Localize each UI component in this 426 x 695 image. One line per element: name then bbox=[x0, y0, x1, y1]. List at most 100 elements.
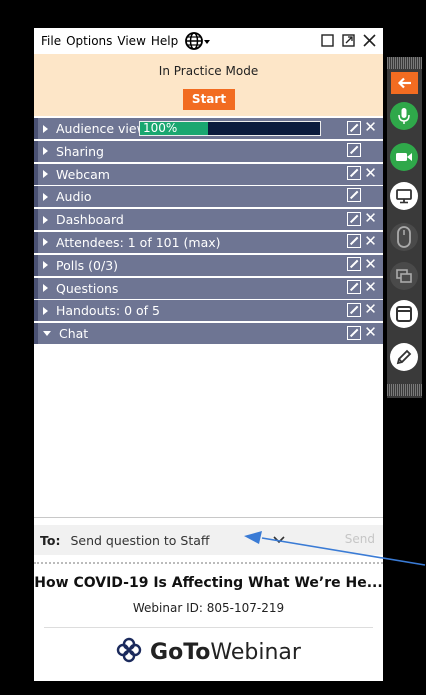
close-icon[interactable]: ✕ bbox=[364, 120, 377, 135]
close-icon[interactable]: ✕ bbox=[364, 256, 377, 272]
toolbar-grip[interactable] bbox=[387, 57, 422, 69]
section-header[interactable]: Dashboard ✕ bbox=[34, 209, 383, 231]
section-controls: ✕ bbox=[347, 302, 377, 317]
audience-view-progress-bar: 100% bbox=[139, 121, 321, 136]
expand-right-icon[interactable] bbox=[43, 147, 48, 156]
webcam-icon[interactable] bbox=[390, 143, 418, 171]
expand-right-icon[interactable] bbox=[43, 238, 48, 247]
section-controls bbox=[347, 188, 377, 203]
microphone-icon[interactable] bbox=[390, 102, 418, 130]
webinar-title: How COVID-19 Is Affecting What We’re He.… bbox=[34, 575, 383, 591]
menu-bar: File Options View Help bbox=[34, 28, 383, 54]
practice-mode-banner: In Practice Mode Start bbox=[34, 54, 383, 116]
send-button[interactable]: Send bbox=[345, 532, 375, 546]
presenter-toolbar bbox=[387, 57, 422, 398]
progress-percent: 100% bbox=[143, 121, 178, 135]
section-label: Chat bbox=[59, 326, 89, 342]
section-label: Handouts: 0 of 5 bbox=[56, 303, 160, 319]
section-controls: ✕ bbox=[347, 211, 377, 226]
expand-right-icon[interactable] bbox=[43, 306, 48, 315]
section-controls bbox=[347, 142, 377, 157]
chat-compose-row: To: Send question to Staff Send bbox=[34, 525, 383, 555]
section-header[interactable]: Audio bbox=[34, 186, 383, 208]
divider bbox=[44, 627, 373, 628]
expand-right-icon[interactable] bbox=[43, 192, 48, 201]
section-header[interactable]: Attendees: 1 of 101 (max) ✕ bbox=[34, 231, 383, 253]
popout-icon[interactable] bbox=[347, 120, 361, 135]
menu-file[interactable]: File bbox=[41, 34, 61, 48]
popout-icon[interactable] bbox=[347, 280, 361, 295]
section-controls: ✕ bbox=[347, 256, 377, 272]
close-icon[interactable]: ✕ bbox=[364, 233, 377, 249]
start-button[interactable]: Start bbox=[183, 89, 235, 110]
gotowebinar-control-panel: File Options View Help In Practice Mode … bbox=[34, 28, 383, 681]
close-icon[interactable]: ✕ bbox=[364, 165, 377, 181]
close-icon[interactable]: ✕ bbox=[364, 325, 377, 340]
windows-icon[interactable] bbox=[390, 262, 418, 290]
close-icon[interactable] bbox=[362, 32, 377, 48]
chevron-down-icon bbox=[273, 533, 286, 548]
section-label: Questions bbox=[56, 280, 119, 296]
expand-right-icon[interactable] bbox=[43, 284, 48, 293]
screen-share-icon[interactable] bbox=[390, 182, 418, 210]
section-label: Sharing bbox=[56, 143, 104, 159]
resize-grip[interactable] bbox=[34, 562, 383, 568]
section-controls: ✕ bbox=[347, 233, 377, 249]
section-header[interactable]: Handouts: 0 of 5 ✕ bbox=[34, 300, 383, 322]
divider bbox=[34, 517, 383, 518]
section-label: Attendees: 1 of 101 (max) bbox=[56, 234, 221, 250]
section-label: Polls (0/3) bbox=[56, 257, 119, 273]
practice-mode-label: In Practice Mode bbox=[158, 64, 259, 78]
section-header[interactable]: Chat ✕ bbox=[34, 323, 383, 345]
screen: File Options View Help In Practice Mode … bbox=[0, 0, 426, 695]
minimize-icon[interactable] bbox=[320, 32, 335, 48]
mouse-icon[interactable] bbox=[390, 223, 418, 251]
brand-webinar: Webinar bbox=[210, 639, 301, 665]
expand-down-icon[interactable] bbox=[43, 331, 51, 337]
popout-icon[interactable] bbox=[347, 166, 361, 181]
chat-messages-area[interactable] bbox=[34, 347, 383, 517]
section-controls: ✕ bbox=[347, 165, 377, 181]
popout-icon[interactable] bbox=[347, 188, 361, 203]
expand-right-icon[interactable] bbox=[43, 261, 48, 270]
recipient-dropdown[interactable]: Send question to Staff bbox=[66, 528, 293, 552]
popout-icon[interactable] bbox=[347, 325, 361, 340]
toolbar-grip[interactable] bbox=[387, 384, 422, 396]
section-header[interactable]: Sharing bbox=[34, 140, 383, 162]
section-controls: ✕ bbox=[347, 120, 377, 135]
popout-window-icon[interactable] bbox=[341, 32, 356, 48]
section-header[interactable]: Polls (0/3) ✕ bbox=[34, 254, 383, 276]
close-icon[interactable]: ✕ bbox=[364, 302, 377, 317]
expand-right-icon[interactable] bbox=[43, 170, 48, 179]
window-icon[interactable] bbox=[390, 300, 418, 328]
popout-icon[interactable] bbox=[347, 142, 361, 157]
section-header[interactable]: Webcam ✕ bbox=[34, 163, 383, 185]
section-header[interactable]: Questions ✕ bbox=[34, 277, 383, 299]
webinar-id: Webinar ID: 805-107-219 bbox=[132, 601, 285, 615]
menu-options[interactable]: Options bbox=[66, 34, 112, 48]
popout-icon[interactable] bbox=[347, 211, 361, 226]
collapse-arrow-icon[interactable] bbox=[391, 72, 418, 94]
expand-right-icon[interactable] bbox=[43, 124, 48, 133]
gotowebinar-flower-icon bbox=[116, 637, 142, 667]
section-controls: ✕ bbox=[347, 325, 377, 340]
section-label: Audience view bbox=[56, 121, 147, 136]
popout-icon[interactable] bbox=[347, 302, 361, 317]
language-globe-icon[interactable] bbox=[185, 32, 211, 50]
popout-icon[interactable] bbox=[347, 234, 361, 249]
panel-sections: Audience view 100% ✕ Sharing Webcam ✕ Audio Das… bbox=[34, 118, 383, 346]
expand-right-icon[interactable] bbox=[43, 215, 48, 224]
window-controls bbox=[320, 32, 377, 48]
section-header[interactable]: Audience view 100% ✕ bbox=[34, 118, 383, 139]
section-controls: ✕ bbox=[347, 279, 377, 295]
close-icon[interactable]: ✕ bbox=[364, 279, 377, 295]
pen-icon[interactable] bbox=[390, 343, 418, 371]
brand-goto: GoTo bbox=[150, 639, 211, 665]
popout-icon[interactable] bbox=[347, 257, 361, 272]
close-icon[interactable]: ✕ bbox=[364, 211, 377, 226]
section-label: Webcam bbox=[56, 166, 110, 182]
to-label: To: bbox=[40, 532, 61, 548]
menu-view[interactable]: View bbox=[117, 34, 145, 48]
section-label: Audio bbox=[56, 189, 92, 205]
menu-help[interactable]: Help bbox=[151, 34, 178, 48]
